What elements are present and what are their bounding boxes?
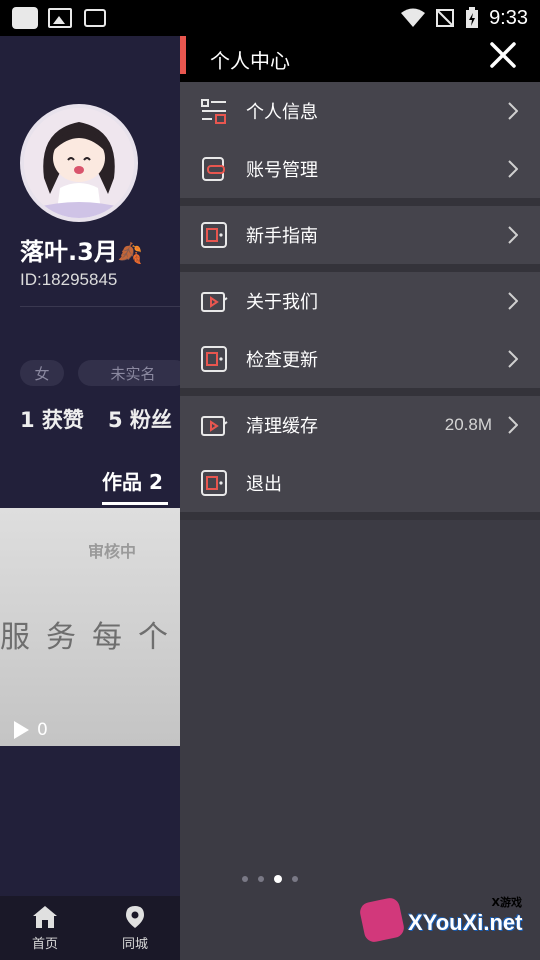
menu-item-check-update[interactable]: 检查更新 [180,330,540,388]
chevron-right-icon [508,226,518,244]
nav-label-home: 首页 [31,936,58,952]
status-time: 9:33 [489,6,528,29]
account-icon [202,157,225,181]
chevron-right-icon [508,160,518,178]
chevron-right-icon [508,350,518,368]
logout-icon [201,470,227,496]
status-bar: 9:33 [0,0,540,36]
page-indicator [242,875,298,883]
battery-charging-icon [466,7,479,28]
profile-divider [20,306,180,307]
profile-page: 落叶.3月🍂 ID:18295845 女 未实名 1 获赞 5 粉丝 作品 2 审… [0,36,180,960]
chevron-right-icon [508,102,518,120]
tab-works-underline [102,502,168,505]
drawer-header: 个人中心 [180,36,540,82]
menu-label-account-manage: 账号管理 [246,160,318,181]
user-id: ID:18295845 [20,270,118,289]
nav-label-city: 同城 [121,936,148,952]
play-count-value: 0 [37,720,48,740]
play-count: 0 [14,720,48,740]
page-dot [242,876,248,882]
news-notification-icon [84,9,106,27]
drawer-title: 个人中心 [210,48,290,73]
personal-center-drawer: 个人中心 个人信息 账号管理 新手指南 关于我们 检查更新 清理缓存 20.8M… [180,36,540,960]
menu-group-about: 关于我们 检查更新 [180,272,540,388]
nav-item-home[interactable]: 首页 [0,896,90,960]
avatar-illustration [24,108,134,218]
cache-icon [201,416,228,436]
update-icon [201,346,227,372]
page-dot [258,876,264,882]
menu-label-about: 关于我们 [246,292,318,313]
group-separator [180,388,540,396]
guide-icon [201,222,227,248]
menu-group-system: 清理缓存 20.8M 退出 [180,396,540,512]
page-dot [292,876,298,882]
location-icon [126,905,144,928]
fans-count[interactable]: 5 粉丝 [108,408,172,432]
group-separator [180,264,540,272]
app-notification-icon [12,7,38,29]
watermark-top-text: X游戏 [491,896,522,909]
menu-label-clear-cache: 清理缓存 [246,416,318,437]
watermark-brand: XYouXi.net [408,910,523,935]
group-separator [180,198,540,206]
play-icon [14,721,29,739]
profile-stats: 1 获赞 5 粉丝 [20,404,180,434]
tab-works[interactable]: 作品 2 [102,466,163,495]
thumbnail-text: 服务每个 [0,620,180,655]
menu-item-guide[interactable]: 新手指南 [180,206,540,264]
gender-tag: 女 [20,360,64,386]
close-icon[interactable] [488,40,518,70]
nickname-text: 落叶.3月 [20,238,118,266]
chevron-right-icon [508,292,518,310]
menu-group-account: 个人信息 账号管理 [180,82,540,198]
watermark-logo-icon [358,896,406,944]
site-watermark: X游戏 XYouXi.net [358,892,532,952]
menu-item-about[interactable]: 关于我们 [180,272,540,330]
likes-count[interactable]: 1 获赞 [20,408,84,432]
menu-item-logout[interactable]: 退出 [180,454,540,512]
about-icon [201,292,228,312]
bottom-nav: 首页 同城 [0,896,180,960]
video-thumbnail[interactable]: 审核中 服务每个 0 [0,508,180,746]
no-signal-icon [436,9,455,27]
image-notification-icon [48,8,72,28]
menu-label-guide: 新手指南 [246,226,318,247]
leaf-icon: 🍂 [117,241,143,265]
header-accent-bar [180,36,186,74]
menu-label-check-update: 检查更新 [246,350,318,371]
avatar[interactable] [20,104,138,222]
group-separator [180,512,540,520]
menu-label-personal-info: 个人信息 [246,102,318,123]
verify-tag[interactable]: 未实名 [78,360,180,386]
review-status: 审核中 [88,542,137,561]
menu-item-clear-cache[interactable]: 清理缓存 20.8M [180,396,540,454]
menu-item-personal-info[interactable]: 个人信息 [180,82,540,140]
menu-item-account-manage[interactable]: 账号管理 [180,140,540,198]
menu-label-logout: 退出 [246,474,282,495]
nav-item-city[interactable]: 同城 [90,896,180,960]
profile-info-icon [201,99,226,124]
cache-size: 20.8M [444,415,492,434]
wifi-icon [401,8,426,27]
chevron-right-icon [508,416,518,434]
page-dot-active [274,875,282,883]
menu-group-guide: 新手指南 [180,206,540,264]
home-icon [33,905,57,928]
nickname: 落叶.3月🍂 [20,232,143,267]
